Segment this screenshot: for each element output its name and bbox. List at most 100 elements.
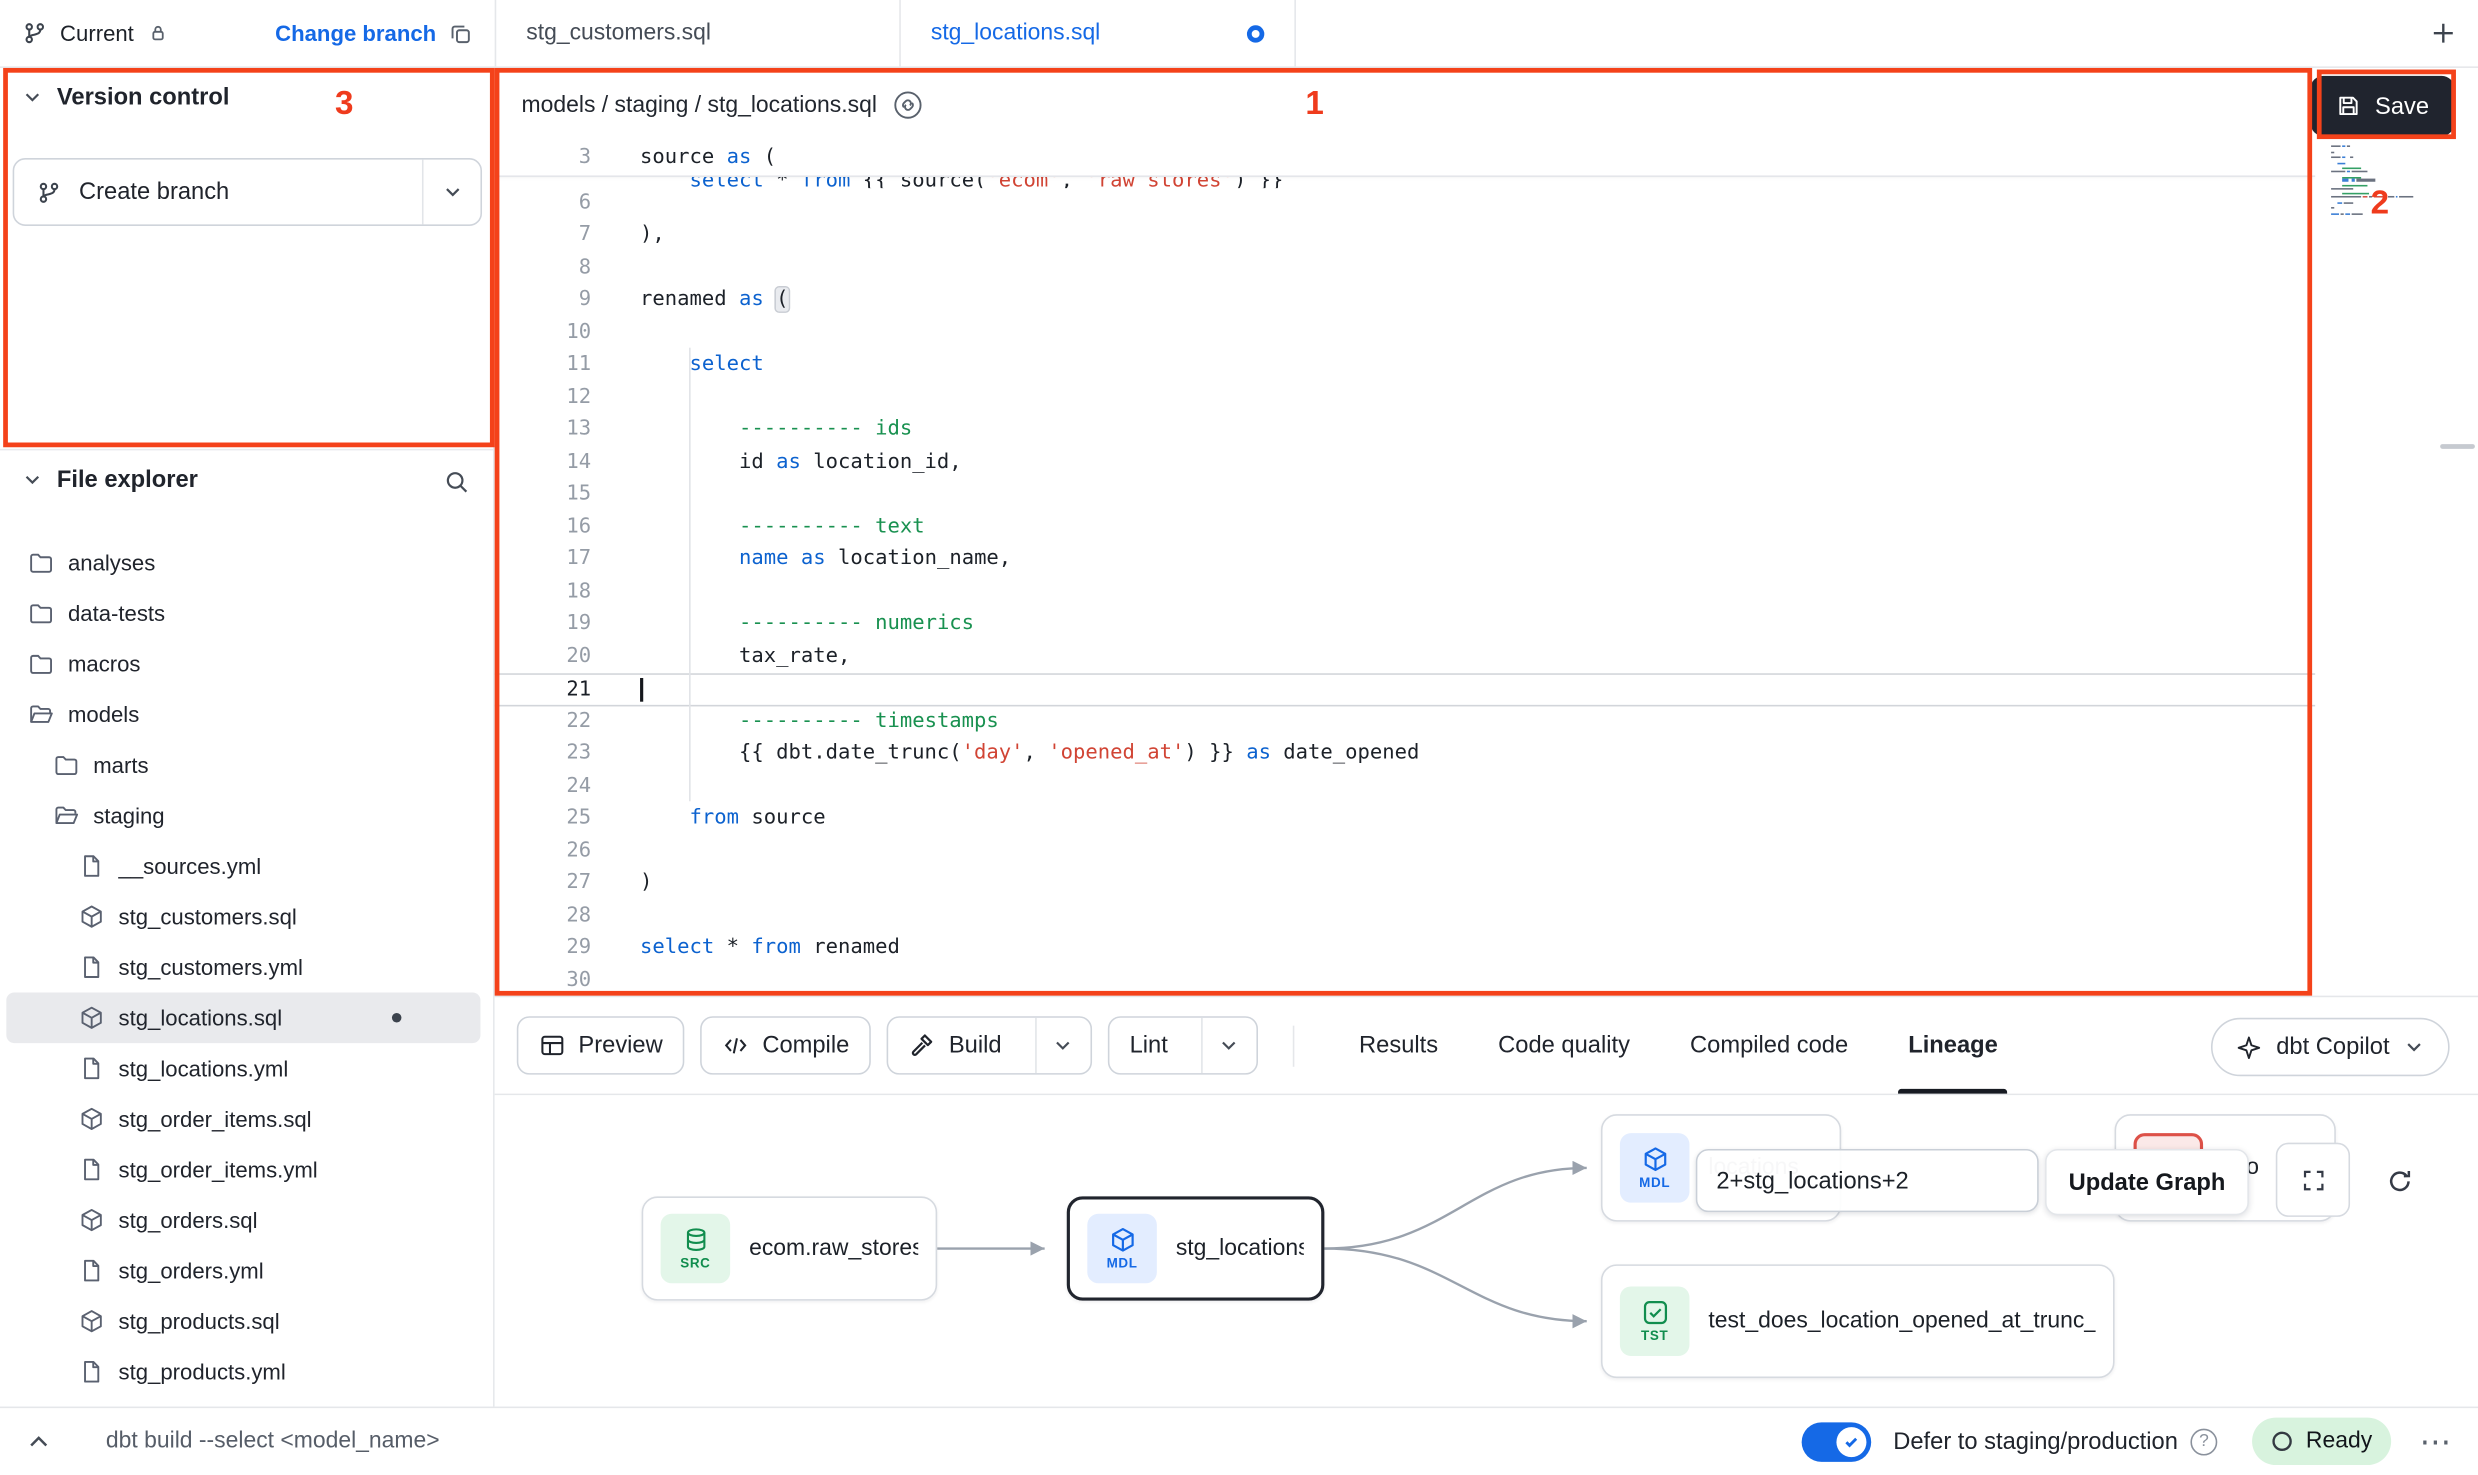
code-line-14[interactable]: 14 id as location_id, xyxy=(495,446,2316,478)
line-content: id as location_id, xyxy=(602,446,2315,478)
file-tree-item-marts[interactable]: marts xyxy=(6,740,480,791)
expand-panel-chevron[interactable] xyxy=(25,1428,52,1455)
code-line-26[interactable]: 26 xyxy=(495,835,2316,867)
file-tree-item-stg_order_items.yml[interactable]: stg_order_items.yml xyxy=(6,1144,480,1195)
tab-lineage[interactable]: Lineage xyxy=(1878,997,2028,1093)
code-line-24[interactable]: 24 xyxy=(495,770,2316,802)
help-icon[interactable]: ? xyxy=(2191,1428,2218,1455)
code-line-10[interactable]: 10 xyxy=(495,317,2316,349)
code-line-23[interactable]: 23 {{ dbt.date_trunc('day', 'opened_at')… xyxy=(495,738,2316,770)
tab-code-quality[interactable]: Code quality xyxy=(1468,997,1660,1093)
compile-button[interactable]: Compile xyxy=(701,1016,872,1074)
build-dropdown[interactable] xyxy=(1035,1018,1090,1073)
tab-stg-customers-sql[interactable]: stg_customers.sql xyxy=(495,0,901,66)
file-tree-item-stg_customers.sql[interactable]: stg_customers.sql xyxy=(6,891,480,942)
defer-toggle[interactable] xyxy=(1802,1422,1872,1462)
compile-label: Compile xyxy=(762,1032,849,1059)
code-line-17[interactable]: 17 name as location_name, xyxy=(495,544,2316,576)
new-tab-button[interactable] xyxy=(2427,17,2459,49)
code-line-16[interactable]: 16 ---------- text xyxy=(495,511,2316,543)
file-tree-item-stg_products.yml[interactable]: stg_products.yml xyxy=(6,1347,480,1398)
update-graph-button[interactable]: Update Graph xyxy=(2045,1149,2249,1215)
file-tree-item-__sources.yml[interactable]: __sources.yml xyxy=(6,841,480,892)
change-branch-button[interactable]: Change branch xyxy=(275,21,472,46)
file-tree-item-data-tests[interactable]: data-tests xyxy=(6,588,480,639)
code-line-18[interactable]: 18 xyxy=(495,576,2316,608)
code-line-12[interactable]: 12 xyxy=(495,382,2316,414)
code-line[interactable]: select * from {{ source('ecom', 'raw_sto… xyxy=(495,176,2316,187)
search-icon[interactable] xyxy=(444,469,471,496)
code-line-29[interactable]: 29select * from renamed xyxy=(495,932,2316,964)
create-branch-main[interactable]: Create branch xyxy=(14,179,422,206)
version-control-header[interactable]: Version control xyxy=(22,84,229,111)
lineage-selector-input[interactable] xyxy=(1696,1149,2039,1212)
code-line-11[interactable]: 11 select xyxy=(495,349,2316,381)
lint-dropdown[interactable] xyxy=(1201,1018,1256,1073)
refresh-button[interactable] xyxy=(2367,1149,2430,1212)
code-line-8[interactable]: 8 xyxy=(495,252,2316,284)
tab-stg-locations-sql[interactable]: stg_locations.sql xyxy=(901,0,1296,66)
file-name: stg_locations.yml xyxy=(119,1056,289,1081)
fullscreen-button[interactable] xyxy=(2276,1143,2350,1217)
lineage-node-stg-locations[interactable]: MDL stg_locations xyxy=(1067,1196,1325,1300)
lineage-node-test[interactable]: TST test_does_location_opened_at_trunc_t… xyxy=(1601,1264,2115,1378)
panel-resize-handle[interactable] xyxy=(2440,444,2475,449)
tab-label: stg_customers.sql xyxy=(526,21,711,46)
overflow-menu-button[interactable]: ⋯ xyxy=(2420,1422,2453,1462)
file-tree-item-stg_locations.yml[interactable]: stg_locations.yml xyxy=(6,1043,480,1094)
file-icon xyxy=(79,1258,104,1283)
code-line-21[interactable]: 21 xyxy=(495,673,2316,705)
minimap-line xyxy=(2331,199,2413,201)
current-branch[interactable]: Current xyxy=(22,21,168,46)
defer-label: Defer to staging/production xyxy=(1893,1428,2178,1455)
file-name: staging xyxy=(93,803,164,828)
file-tree-item-stg_orders.sql[interactable]: stg_orders.sql xyxy=(6,1195,480,1246)
lineage-graph[interactable]: SRC ecom.raw_stores MDL stg_locations MD… xyxy=(495,1095,2478,1406)
minimap-line xyxy=(2331,210,2413,212)
dbt-copilot-button[interactable]: dbt Copilot xyxy=(2211,1018,2449,1076)
folder-icon xyxy=(28,601,53,626)
minimap[interactable] xyxy=(2331,145,2413,218)
file-tree-item-stg_products.sql[interactable]: stg_products.sql xyxy=(6,1296,480,1347)
code-line-7[interactable]: 7), xyxy=(495,220,2316,252)
code-line-13[interactable]: 13 ---------- ids xyxy=(495,414,2316,446)
copy-link-icon[interactable] xyxy=(893,90,923,120)
code-line-28[interactable]: 28 xyxy=(495,900,2316,932)
file-tree-item-analyses[interactable]: analyses xyxy=(6,537,480,588)
file-tree-item-stg_orders.yml[interactable]: stg_orders.yml xyxy=(6,1245,480,1296)
tab-compiled-code[interactable]: Compiled code xyxy=(1660,997,1878,1093)
code-line-27[interactable]: 27) xyxy=(495,868,2316,900)
code-editor[interactable]: 3source as ( select * from {{ source('ec… xyxy=(495,142,2316,995)
create-branch-dropdown[interactable] xyxy=(424,182,481,203)
code-line-19[interactable]: 19 ---------- numerics xyxy=(495,608,2316,640)
code-line-6[interactable]: 6 xyxy=(495,187,2316,219)
lineage-node-source[interactable]: SRC ecom.raw_stores xyxy=(642,1196,938,1300)
code-token: as xyxy=(801,547,826,571)
code-line-25[interactable]: 25 from source xyxy=(495,803,2316,835)
create-branch-button[interactable]: Create branch xyxy=(13,158,482,226)
file-tree-item-stg_customers.yml[interactable]: stg_customers.yml xyxy=(6,942,480,993)
status-circle-icon xyxy=(2271,1430,2293,1452)
code-line-20[interactable]: 20 tax_rate, xyxy=(495,641,2316,673)
file-explorer-header[interactable]: File explorer xyxy=(22,466,198,493)
file-tree-item-staging[interactable]: staging xyxy=(6,790,480,841)
tab-results[interactable]: Results xyxy=(1329,997,1468,1093)
code-line-9[interactable]: 9renamed as ( xyxy=(495,284,2316,316)
save-button[interactable]: Save xyxy=(2310,76,2454,136)
code-line-15[interactable]: 15 xyxy=(495,479,2316,511)
file-tree-item-models[interactable]: models xyxy=(6,689,480,740)
line-content xyxy=(602,675,2315,704)
file-tree-item-macros[interactable]: macros xyxy=(6,638,480,689)
code-line-22[interactable]: 22 ---------- timestamps xyxy=(495,706,2316,738)
minimap-line xyxy=(2331,176,2413,178)
preview-button[interactable]: Preview xyxy=(517,1016,685,1074)
code-line-3[interactable]: 3source as ( xyxy=(495,142,2316,176)
copy-icon xyxy=(449,21,473,45)
file-name: data-tests xyxy=(68,601,165,626)
lint-button[interactable]: Lint xyxy=(1109,1018,1188,1073)
code-line-30[interactable]: 30 xyxy=(495,965,2316,996)
build-button[interactable]: Build xyxy=(889,1018,1022,1073)
file-tree-item-stg_order_items.sql[interactable]: stg_order_items.sql xyxy=(6,1094,480,1145)
code-token: date_opened xyxy=(1271,741,1419,765)
file-tree-item-stg_locations.sql[interactable]: stg_locations.sql xyxy=(6,992,480,1043)
